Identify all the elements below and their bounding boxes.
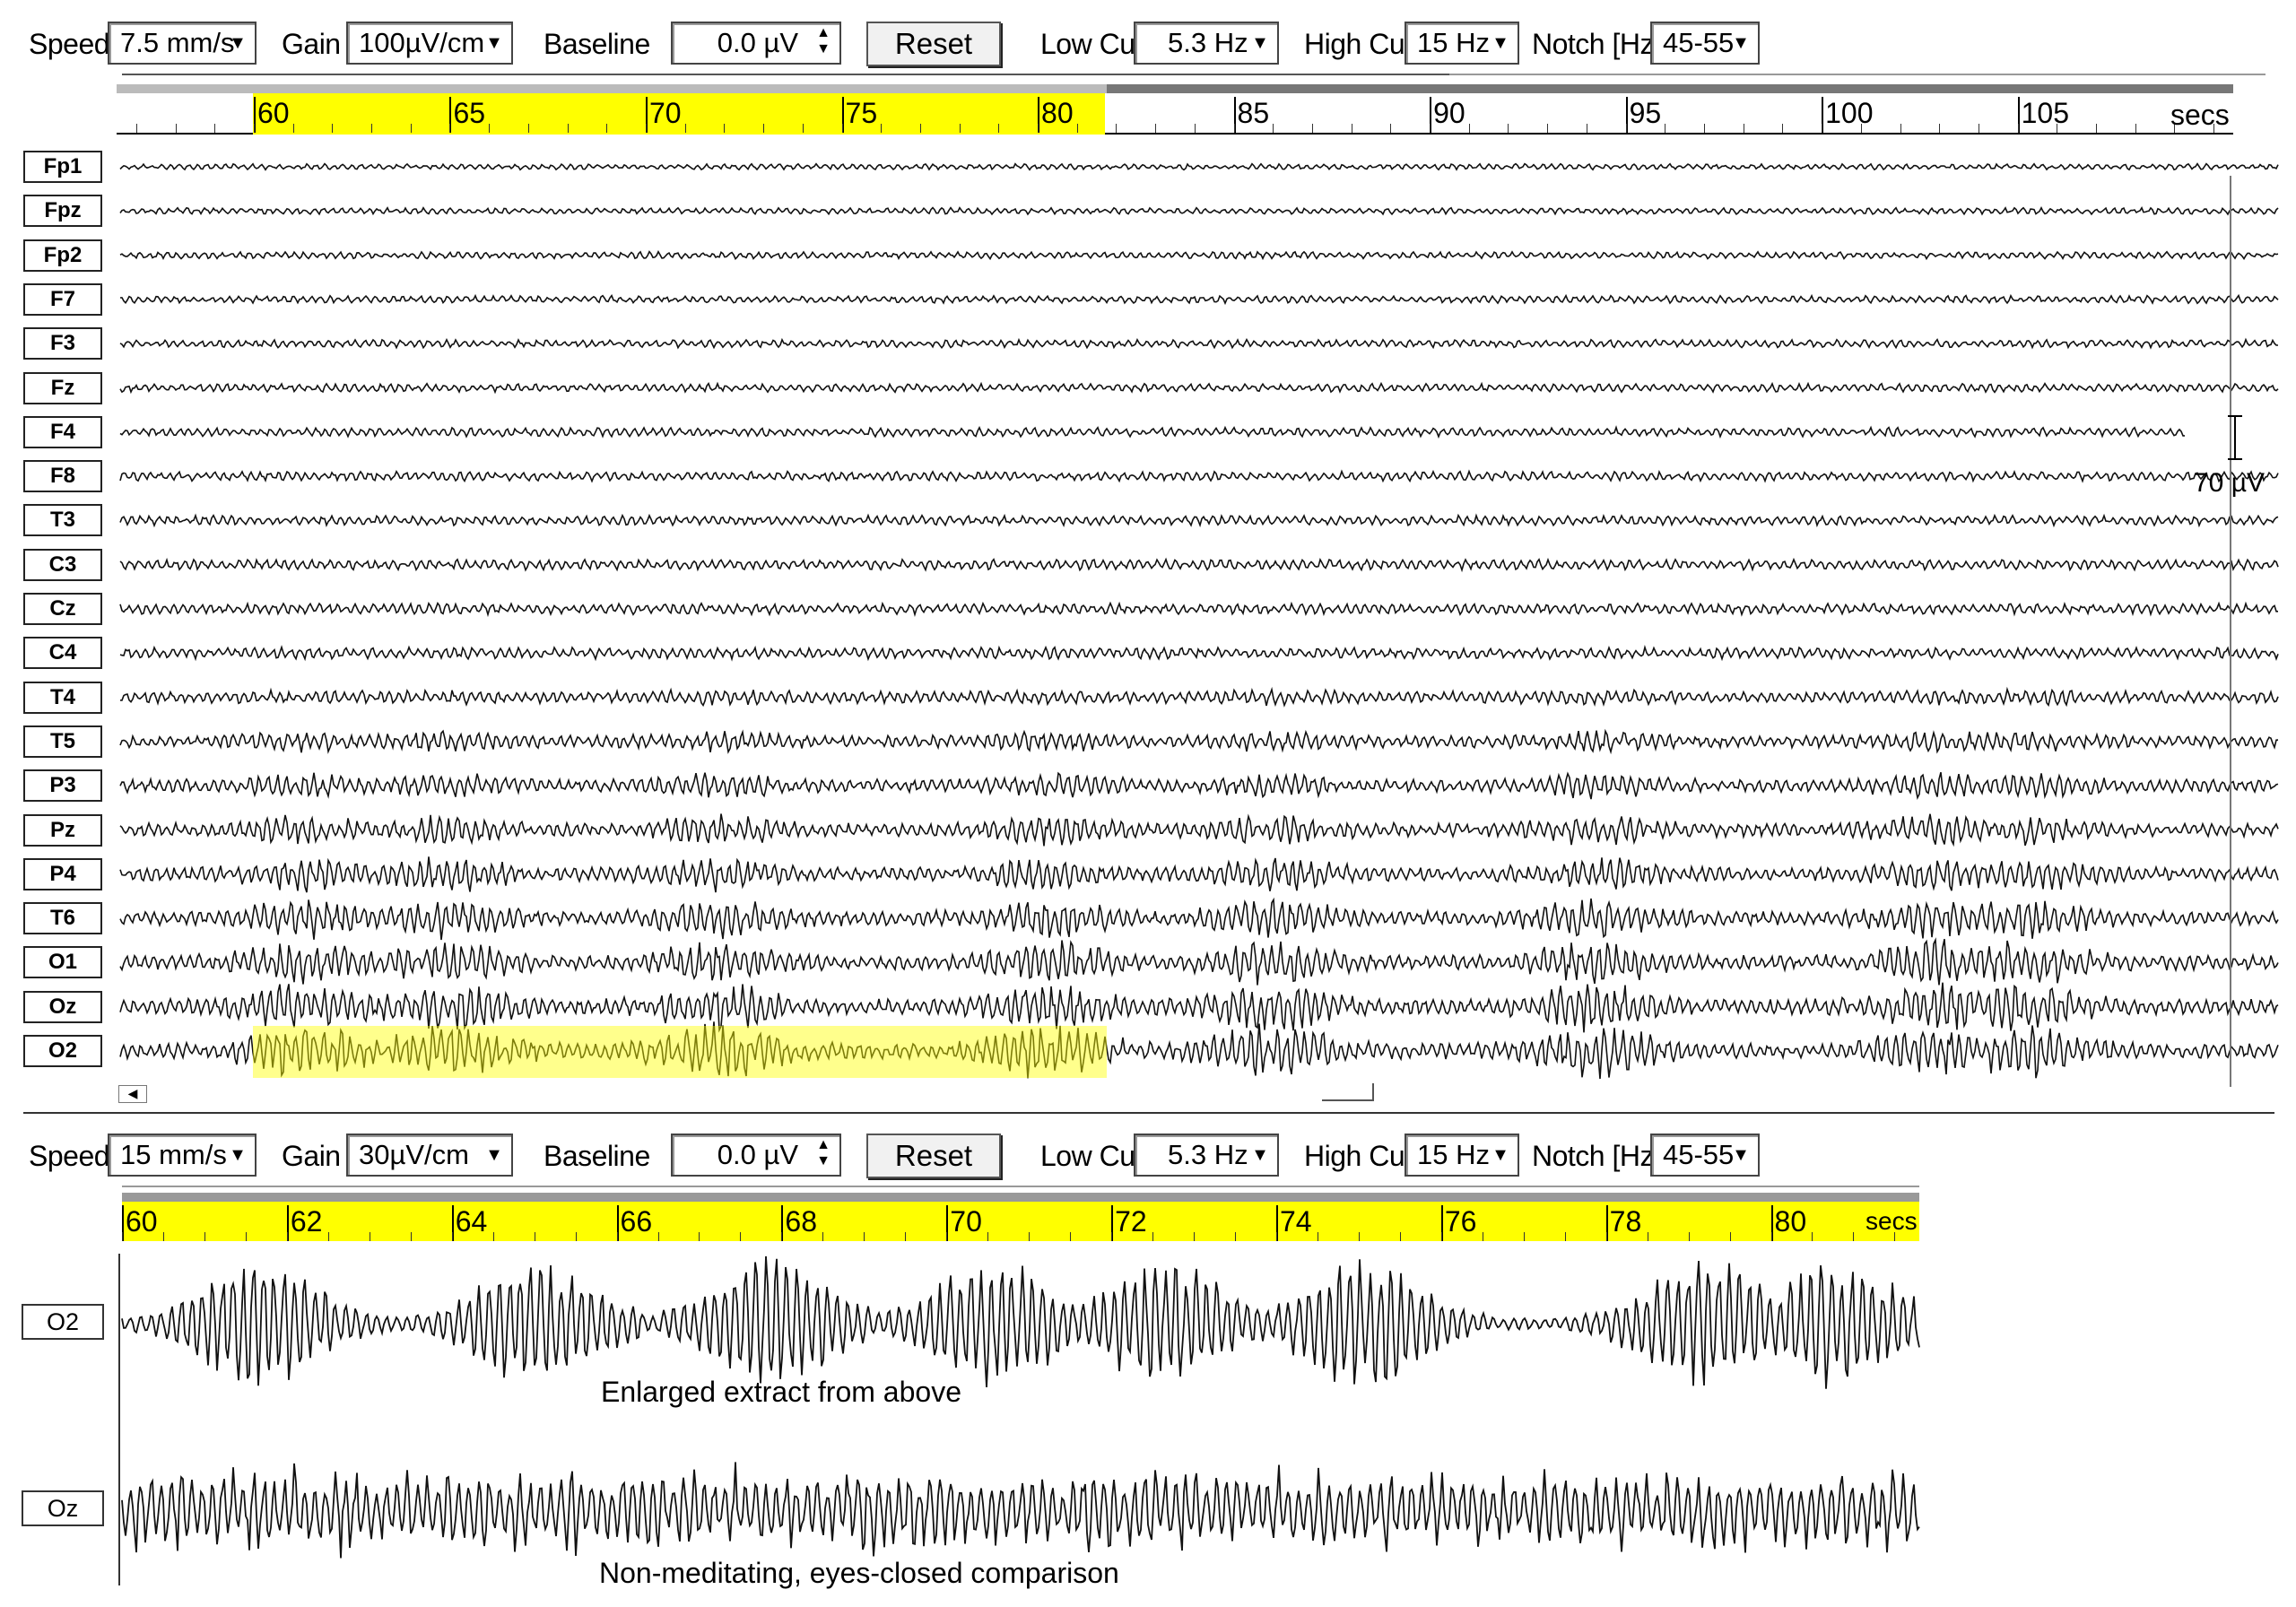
- extract-trace-o2: [121, 1255, 1920, 1389]
- extract-traces: [121, 1255, 1920, 1559]
- extract-caption-comparison: Non-meditating, eyes-closed comparison: [599, 1557, 1119, 1589]
- extract-trace-oz: [121, 1462, 1920, 1559]
- extract-caption-enlarged: Enlarged extract from above: [601, 1376, 961, 1408]
